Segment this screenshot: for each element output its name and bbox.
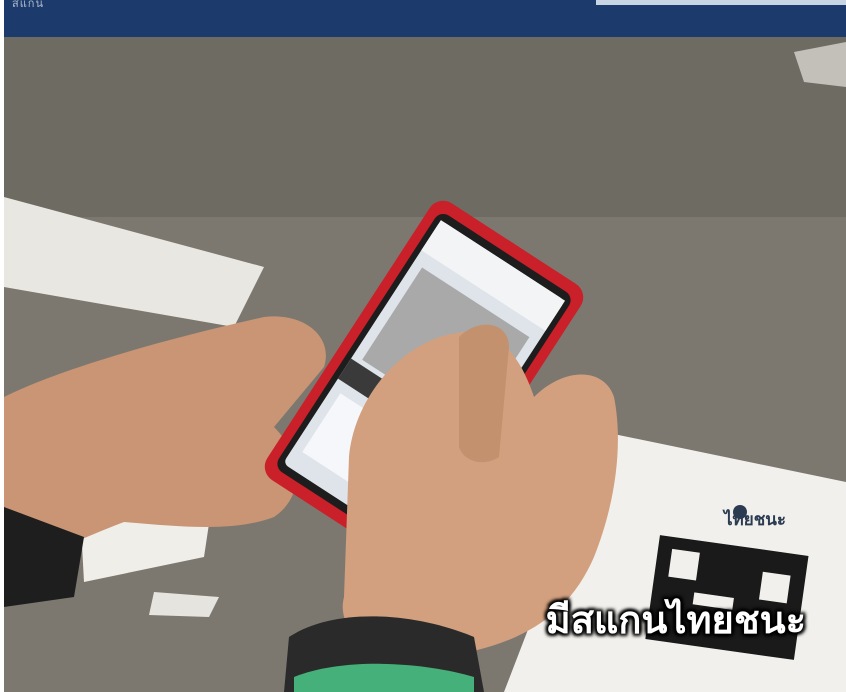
video-frame: ไทยชนะ มีสแกนไทยชนะ [4, 37, 846, 692]
video-caption: มีสแกนไทยชนะ [545, 598, 806, 642]
banner-faint-text: สแกน [12, 0, 44, 10]
top-banner: สแกน [4, 0, 846, 37]
poster-label: ไทยชนะ [722, 509, 786, 530]
banner-strip [596, 0, 846, 5]
